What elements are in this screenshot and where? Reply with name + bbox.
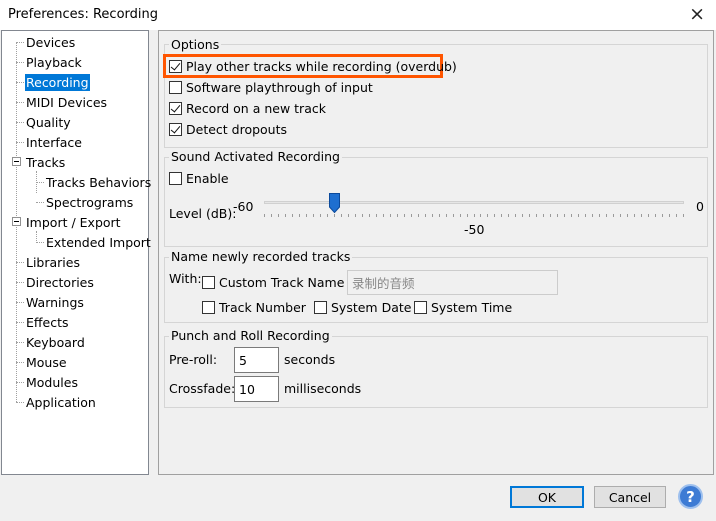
- tree-item-keyboard[interactable]: Keyboard: [25, 334, 86, 351]
- with-label: With:: [169, 271, 202, 286]
- options-group-title: Options: [169, 37, 222, 52]
- detect-dropouts-checkbox[interactable]: [169, 123, 182, 136]
- preferences-tree[interactable]: Devices Playback Recording MIDI Devices …: [1, 30, 152, 475]
- tree-item-devices[interactable]: Devices: [25, 34, 76, 51]
- tree-item-warnings[interactable]: Warnings: [25, 294, 85, 311]
- system-time-checkbox-row[interactable]: System Time: [414, 300, 512, 315]
- crossfade-input[interactable]: [234, 376, 279, 402]
- tree-item-tracks[interactable]: Tracks: [25, 154, 66, 171]
- import-export-collapse-icon[interactable]: [12, 217, 21, 226]
- level-min-label: -60: [233, 199, 254, 214]
- tracks-collapse-icon[interactable]: [12, 157, 21, 166]
- track-number-checkbox-row[interactable]: Track Number: [202, 300, 306, 315]
- system-time-checkbox[interactable]: [414, 301, 427, 314]
- tree-item-mouse[interactable]: Mouse: [25, 354, 68, 371]
- preroll-input[interactable]: [234, 347, 279, 373]
- cancel-button[interactable]: Cancel: [594, 486, 666, 508]
- ok-button[interactable]: OK: [510, 486, 584, 508]
- detect-dropouts-label: Detect dropouts: [186, 122, 288, 137]
- custom-track-name-checkbox[interactable]: [202, 276, 215, 289]
- record-new-track-label: Record on a new track: [186, 101, 326, 116]
- naming-group-title: Name newly recorded tracks: [169, 249, 353, 264]
- tree-item-extended-import[interactable]: Extended Import: [45, 234, 152, 251]
- tree-item-playback[interactable]: Playback: [25, 54, 83, 71]
- level-slider-track[interactable]: [264, 201, 684, 204]
- crossfade-label: Crossfade:: [169, 381, 236, 396]
- record-new-track-checkbox-row[interactable]: Record on a new track: [169, 101, 326, 116]
- level-value-label: -50: [464, 222, 485, 237]
- system-date-checkbox-row[interactable]: System Date: [314, 300, 411, 315]
- software-playthrough-label: Software playthrough of input: [186, 80, 373, 95]
- sound-activated-group-title: Sound Activated Recording: [169, 149, 342, 164]
- tree-item-recording[interactable]: Recording: [25, 74, 90, 91]
- tree-item-effects[interactable]: Effects: [25, 314, 70, 331]
- tree-item-midi-devices[interactable]: MIDI Devices: [25, 94, 108, 111]
- play-other-tracks-label: Play other tracks while recording (overd…: [186, 59, 457, 74]
- tree-item-application[interactable]: Application: [25, 394, 97, 411]
- tree-item-quality[interactable]: Quality: [25, 114, 72, 131]
- preroll-label: Pre-roll:: [169, 352, 218, 367]
- software-playthrough-checkbox-row[interactable]: Software playthrough of input: [169, 80, 373, 95]
- tree-item-tracks-behaviors[interactable]: Tracks Behaviors: [45, 174, 152, 191]
- tree-item-libraries[interactable]: Libraries: [25, 254, 81, 271]
- tree-item-directories[interactable]: Directories: [25, 274, 95, 291]
- custom-track-name-checkbox-row[interactable]: Custom Track Name: [202, 275, 344, 290]
- enable-checkbox[interactable]: [169, 172, 182, 185]
- level-max-label: 0: [696, 199, 704, 214]
- punch-roll-group-title: Punch and Roll Recording: [169, 328, 332, 343]
- software-playthrough-checkbox[interactable]: [169, 81, 182, 94]
- enable-label: Enable: [186, 171, 229, 186]
- tree-item-spectrograms[interactable]: Spectrograms: [45, 194, 134, 211]
- preroll-unit: seconds: [284, 352, 336, 367]
- custom-track-name-label: Custom Track Name: [219, 275, 345, 290]
- help-icon[interactable]: ?: [678, 484, 703, 509]
- level-label: Level (dB):: [169, 206, 237, 221]
- play-other-tracks-checkbox-row[interactable]: Play other tracks while recording (overd…: [169, 59, 457, 74]
- system-date-label: System Date: [331, 300, 412, 315]
- custom-track-name-input[interactable]: [347, 270, 558, 295]
- recording-settings-panel: Options Play other tracks while recordin…: [158, 30, 714, 475]
- tree-item-interface[interactable]: Interface: [25, 134, 83, 151]
- tree-item-import-export[interactable]: Import / Export: [25, 214, 122, 231]
- level-slider-thumb[interactable]: [328, 193, 340, 213]
- system-date-checkbox[interactable]: [314, 301, 327, 314]
- record-new-track-checkbox[interactable]: [169, 102, 182, 115]
- play-other-tracks-checkbox[interactable]: [169, 60, 182, 73]
- detect-dropouts-checkbox-row[interactable]: Detect dropouts: [169, 122, 287, 137]
- crossfade-unit: milliseconds: [284, 381, 362, 396]
- window-title: Preferences: Recording: [8, 7, 158, 22]
- close-icon[interactable]: ×: [689, 3, 705, 25]
- enable-checkbox-row[interactable]: Enable: [169, 171, 229, 186]
- level-slider-ticks: [264, 214, 684, 217]
- system-time-label: System Time: [431, 300, 513, 315]
- track-number-checkbox[interactable]: [202, 301, 215, 314]
- tree-item-modules[interactable]: Modules: [25, 374, 79, 391]
- track-number-label: Track Number: [219, 300, 306, 315]
